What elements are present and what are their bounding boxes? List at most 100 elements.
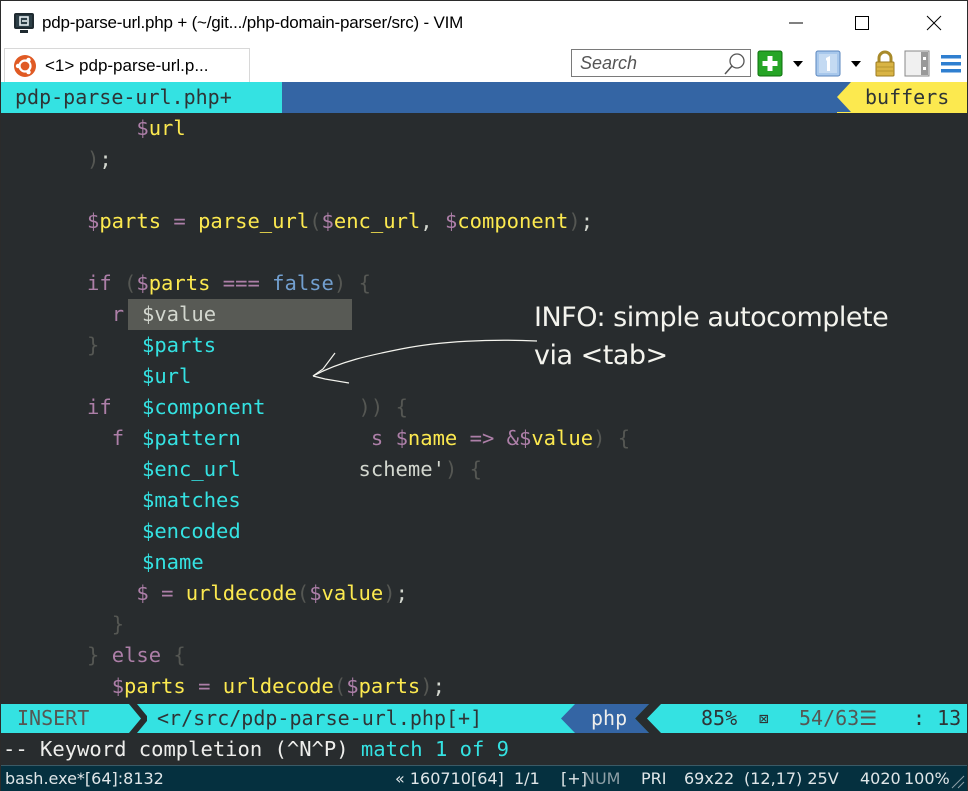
console-size[interactable]: 69x22 xyxy=(684,766,734,791)
code-line: } xyxy=(87,330,99,361)
code-token: enc_url xyxy=(333,209,421,233)
code-line: } xyxy=(87,609,124,640)
code-token: = xyxy=(161,581,174,605)
tab-index[interactable]: 1/1 xyxy=(514,766,540,791)
code-token: r xyxy=(111,302,125,326)
code-token: parts xyxy=(358,674,421,698)
title-bar[interactable]: pdp-parse-url.php + (~/git.../php-domain… xyxy=(1,1,967,45)
code-line: ); xyxy=(87,144,112,175)
code-token: } xyxy=(111,612,125,636)
completion-item[interactable]: $matches xyxy=(128,485,352,516)
code-line: $url xyxy=(87,113,185,144)
code-token: $ xyxy=(444,209,458,233)
vim-cmdline: -- Keyword completion (^N^P) match 1 of … xyxy=(1,734,967,765)
resize-grip-icon[interactable] xyxy=(947,771,965,789)
statusline-position: 85% ⊠ 54/63☰ : 13 xyxy=(661,704,967,733)
code-token: } xyxy=(87,643,100,667)
new-console-dropdown-icon[interactable] xyxy=(791,50,805,77)
code-token: ; xyxy=(99,147,112,171)
code-token: parse_url xyxy=(198,209,310,233)
console-tab-bar: <1> pdp-parse-url.p... xyxy=(1,45,967,82)
code-token: ) xyxy=(444,457,458,481)
code-token: urldecode xyxy=(185,581,297,605)
conemu-app-icon xyxy=(14,13,34,33)
scroll-percent: 85% xyxy=(701,706,738,730)
code-token: ) xyxy=(593,426,606,450)
code-token: === xyxy=(222,271,260,295)
code-token: value xyxy=(531,426,594,450)
statusline-filename: <r/src/pdp-parse-url.php[+] xyxy=(147,704,561,733)
code-token: ( xyxy=(124,271,137,295)
code-token: ( xyxy=(333,674,347,698)
close-icon xyxy=(926,15,942,31)
code-line: } else { xyxy=(87,640,186,671)
split-view-icon[interactable] xyxy=(904,50,930,77)
window-title: pdp-parse-url.php + (~/git.../php-domain… xyxy=(42,13,464,32)
code-token: ) xyxy=(383,581,396,605)
code-token: { xyxy=(358,271,371,295)
lock-icon[interactable] xyxy=(873,50,897,77)
mode-indicator: INSERT xyxy=(1,704,129,733)
completion-item[interactable]: $component xyxy=(128,392,352,423)
vim-tab-current[interactable]: pdp-parse-url.php+ xyxy=(1,82,282,113)
search-box[interactable] xyxy=(571,49,751,77)
search-input[interactable] xyxy=(572,50,722,76)
code-token: $ xyxy=(136,116,149,140)
code-token: ) xyxy=(333,271,347,295)
completion-item[interactable]: $value xyxy=(128,299,352,330)
code-line: $ = urldecode($value); xyxy=(87,578,408,609)
code-token: if xyxy=(87,271,112,295)
code-line: $parts = parse_url($enc_url, $component)… xyxy=(87,206,593,237)
close-button[interactable] xyxy=(911,1,957,45)
ubuntu-icon xyxy=(14,54,36,77)
menu-icon[interactable] xyxy=(939,50,963,77)
console-tab[interactable]: <1> pdp-parse-url.p... xyxy=(4,48,250,82)
code-token: $ xyxy=(111,674,125,698)
vim-statusline: INSERT <r/src/pdp-parse-url.php[+] php 8… xyxy=(1,703,967,734)
tab-number-icon[interactable] xyxy=(815,50,841,77)
process-info[interactable]: bash.exe*[64]:8132 xyxy=(5,766,164,791)
code-token: else xyxy=(111,643,162,667)
code-token: { xyxy=(395,395,408,419)
num-lock-indicator: NUM xyxy=(583,769,621,788)
new-console-button[interactable] xyxy=(757,50,783,77)
maximize-button[interactable] xyxy=(839,1,885,45)
completion-item[interactable]: $name xyxy=(128,547,352,578)
code-token: ( xyxy=(309,209,322,233)
minimize-button[interactable] xyxy=(773,1,819,45)
vim-editor[interactable]: $url); $parts = parse_url($enc_url, $comp… xyxy=(1,113,967,703)
completion-item[interactable]: $encoded xyxy=(128,516,352,547)
annotation-text: INFO: simple autocomplete via <tab> xyxy=(534,299,889,375)
code-token: $ xyxy=(346,674,359,698)
code-token: s xyxy=(370,426,384,450)
code-token: $ xyxy=(136,581,149,605)
code-token: component xyxy=(457,209,569,233)
code-token: ; xyxy=(580,209,594,233)
filetype-label: php xyxy=(591,706,628,730)
zoom-level[interactable]: 100% xyxy=(904,766,950,791)
search-icon[interactable] xyxy=(722,51,748,77)
code-token: parts xyxy=(99,209,162,233)
code-token: $ xyxy=(87,209,100,233)
code-token: name xyxy=(407,426,458,450)
completion-item[interactable]: $pattern xyxy=(128,423,352,454)
completion-item[interactable]: $enc_url xyxy=(128,454,352,485)
code-token: $ xyxy=(136,271,149,295)
code-token: { xyxy=(469,457,482,481)
tab-dropdown-icon[interactable] xyxy=(849,50,863,77)
completion-match-count: match 1 of 9 xyxy=(360,737,510,761)
cursor-info: (12,17) 25V xyxy=(744,769,839,788)
code-token: ) xyxy=(87,147,100,171)
